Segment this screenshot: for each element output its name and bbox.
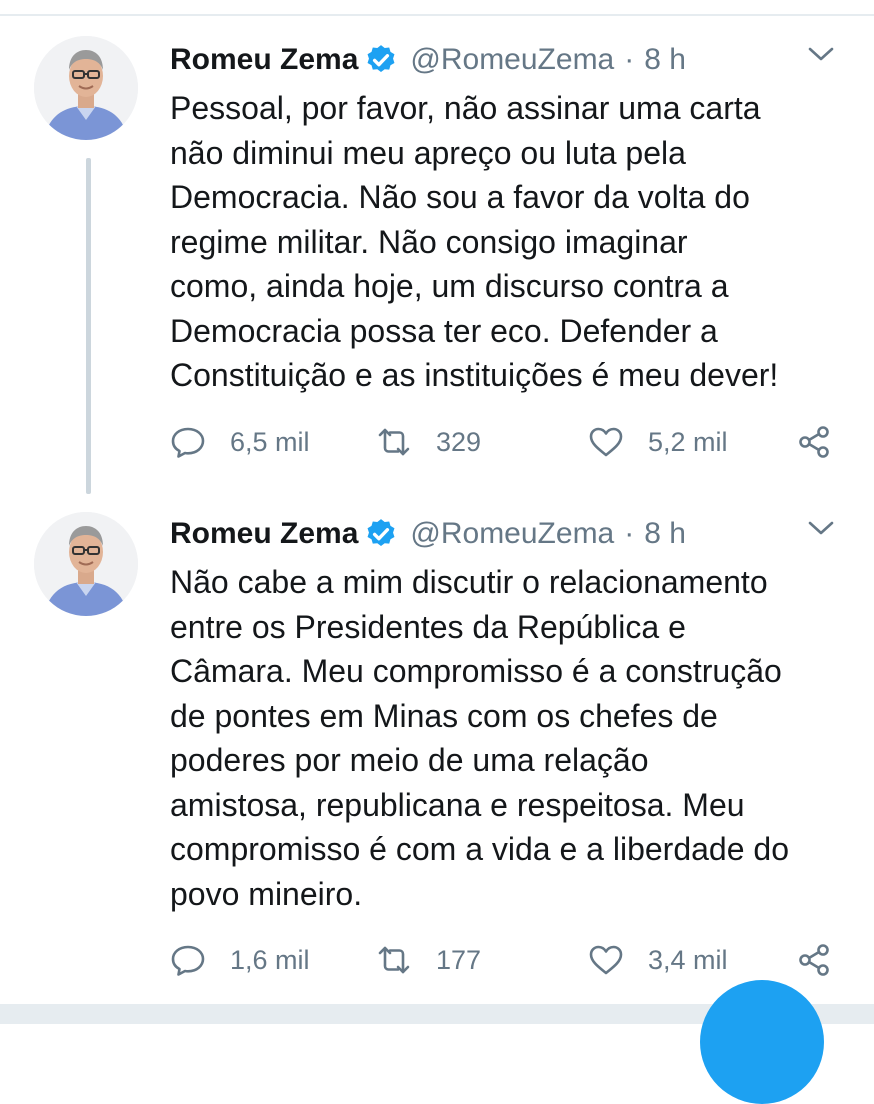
retweet-count: 177 xyxy=(436,944,482,975)
retweet-button[interactable]: 329 xyxy=(376,420,481,464)
tweet-actions: 6,5 mil 329 5,2 mil xyxy=(170,420,850,464)
tweet-text-line: entre os Presidentes da República e xyxy=(170,608,686,645)
reply-button[interactable]: 1,6 mil xyxy=(170,938,310,982)
like-count: 5,2 mil xyxy=(648,426,728,457)
author-name[interactable]: Romeu Zema xyxy=(170,517,358,551)
reply-icon xyxy=(171,427,205,458)
share-icon xyxy=(799,944,829,976)
like-button[interactable]: 3,4 mil xyxy=(588,938,728,982)
tweet-text-line: Democracia possa ter eco. Defender a xyxy=(170,312,718,349)
separator-dot: · xyxy=(624,43,635,76)
tweet[interactable]: Romeu Zema @RomeuZema · 8 h Pessoal, por… xyxy=(0,18,874,510)
tweet-text-line: regime militar. Não consigo imaginar xyxy=(170,223,688,260)
heart-icon xyxy=(589,945,623,975)
tweet-text-line: Câmara. Meu compromisso é a construção xyxy=(170,653,782,689)
tweet-text-line: Não cabe a mim discutir o relacionamento xyxy=(170,564,768,600)
author-handle[interactable]: @RomeuZema xyxy=(410,43,614,77)
author-handle[interactable]: @RomeuZema xyxy=(410,517,614,551)
share-button[interactable] xyxy=(796,938,832,982)
tweet-actions: 1,6 mil 177 3,4 mil xyxy=(170,938,850,982)
reply-icon xyxy=(171,945,205,976)
tweet-text-line: povo mineiro. xyxy=(170,875,363,912)
avatar[interactable] xyxy=(34,512,138,616)
tweet-header: Romeu Zema @RomeuZema · 8 h xyxy=(170,38,686,82)
tweet-text-line: compromisso é com a vida e a liberdade d… xyxy=(170,831,789,867)
tweet[interactable]: Romeu Zema @RomeuZema · 8 h Não cabe a m… xyxy=(0,510,874,1004)
retweet-icon xyxy=(378,428,410,456)
timestamp[interactable]: 8 h xyxy=(644,43,686,77)
tweet-text-line: Constituição e as instituições é meu dev… xyxy=(170,357,779,393)
tweet-text-line: de pontes em Minas com os chefes de xyxy=(170,697,718,734)
author-name[interactable]: Romeu Zema xyxy=(170,43,358,77)
profile-photo xyxy=(34,36,138,140)
tweet-text-line: como, ainda hoje, um discurso contra a xyxy=(170,268,729,304)
reply-count: 1,6 mil xyxy=(230,944,310,975)
verified-badge-icon xyxy=(367,45,395,73)
compose-tweet-button[interactable] xyxy=(700,980,824,1104)
avatar[interactable] xyxy=(34,36,138,140)
chevron-down-icon[interactable] xyxy=(806,44,836,64)
retweet-button[interactable]: 177 xyxy=(376,938,481,982)
retweet-count: 329 xyxy=(436,426,482,457)
timestamp[interactable]: 8 h xyxy=(644,517,686,551)
like-count: 3,4 mil xyxy=(648,944,728,975)
tweet-text-line: poderes por meio de uma relação xyxy=(170,742,649,778)
profile-photo xyxy=(34,512,138,616)
like-button[interactable]: 5,2 mil xyxy=(588,420,728,464)
tweet-text: Não cabe a mim discutir o relacionamento… xyxy=(170,560,850,916)
verified-badge-icon xyxy=(367,519,395,547)
tweet-header: Romeu Zema @RomeuZema · 8 h xyxy=(170,512,686,556)
reply-button[interactable]: 6,5 mil xyxy=(170,420,310,464)
tweet-text-line: Democracia. Não sou a favor da volta do xyxy=(170,179,750,215)
tweet-text-line: Pessoal, por favor, não assinar uma cart… xyxy=(170,90,761,126)
share-icon xyxy=(799,426,829,458)
top-divider xyxy=(0,0,874,16)
thread-line xyxy=(86,158,91,494)
heart-icon xyxy=(589,427,623,457)
tweet-text-line: amistosa, republicana e respeitosa. Meu xyxy=(170,786,745,823)
separator-dot: · xyxy=(624,517,635,550)
retweet-icon xyxy=(378,946,410,974)
tweet-text-line: não diminui meu apreço ou luta pela xyxy=(170,134,686,171)
share-button[interactable] xyxy=(796,420,832,464)
reply-count: 6,5 mil xyxy=(230,426,310,457)
chevron-down-icon[interactable] xyxy=(806,518,836,538)
tweet-text: Pessoal, por favor, não assinar uma cart… xyxy=(170,86,850,398)
